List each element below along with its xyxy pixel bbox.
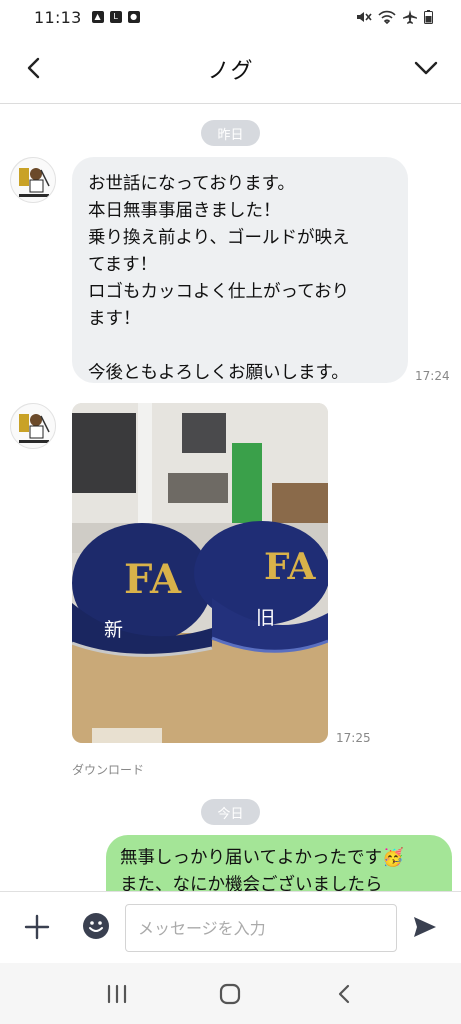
message-time: 17:25	[336, 731, 371, 745]
recent-apps-button[interactable]	[97, 974, 137, 1014]
chat-area[interactable]: 昨日 お世話になっております。 本日無事事届きました！ 乗り換え前より、ゴールド…	[0, 105, 461, 891]
svg-text:FA: FA	[264, 546, 316, 588]
status-bar: 11:13 ▲ L ●	[0, 0, 461, 34]
system-back-icon	[339, 984, 350, 1003]
avatar-illustration	[11, 158, 55, 202]
date-separator-today: 今日	[201, 799, 260, 825]
avatar[interactable]	[10, 157, 56, 203]
date-separator-yesterday: 昨日	[201, 120, 260, 146]
line-app-icon: L	[109, 11, 122, 23]
home-icon	[220, 983, 241, 1004]
status-time: 11:13	[34, 7, 82, 27]
message-time: 17:24	[415, 369, 450, 383]
chevron-down-icon[interactable]	[413, 56, 439, 80]
chat-header: ノグ	[0, 34, 461, 104]
battery-icon	[424, 10, 433, 24]
photo-label-new: 新	[104, 619, 124, 641]
photo-message[interactable]: FA FA 新 旧	[72, 403, 328, 743]
back-icon[interactable]	[22, 56, 46, 80]
input-bar	[0, 891, 461, 963]
status-left: 11:13 ▲ L ●	[34, 8, 140, 27]
download-link[interactable]: ダウンロード	[72, 761, 144, 778]
avatar[interactable]	[10, 403, 56, 449]
send-icon[interactable]	[412, 914, 438, 940]
svg-text:FA: FA	[124, 556, 182, 603]
home-button[interactable]	[210, 974, 250, 1014]
mute-icon	[357, 12, 372, 22]
airplane-icon	[403, 10, 417, 24]
back-button[interactable]	[324, 974, 364, 1014]
chat-title: ノグ	[207, 58, 254, 84]
message-input[interactable]	[125, 904, 397, 952]
message-bubble-incoming[interactable]: お世話になっております。 本日無事事届きました！ 乗り換え前より、ゴールドが映え…	[72, 157, 408, 383]
recent-apps-icon	[107, 984, 126, 1003]
gallery-icon: ▲	[91, 11, 104, 23]
wifi-icon	[378, 10, 396, 24]
message-bubble-outgoing[interactable]: 無事しっかり届いてよかったです🥳 また、なにか機会ございましたら	[106, 835, 452, 891]
caps-photo: FA FA	[72, 403, 328, 743]
system-nav-bar	[0, 963, 461, 1024]
record-icon: ●	[127, 11, 140, 23]
avatar-illustration	[11, 404, 55, 448]
plus-icon[interactable]	[24, 914, 50, 940]
status-right	[356, 10, 433, 24]
emoji-icon[interactable]	[82, 912, 110, 940]
photo-label-old: 旧	[256, 607, 276, 629]
